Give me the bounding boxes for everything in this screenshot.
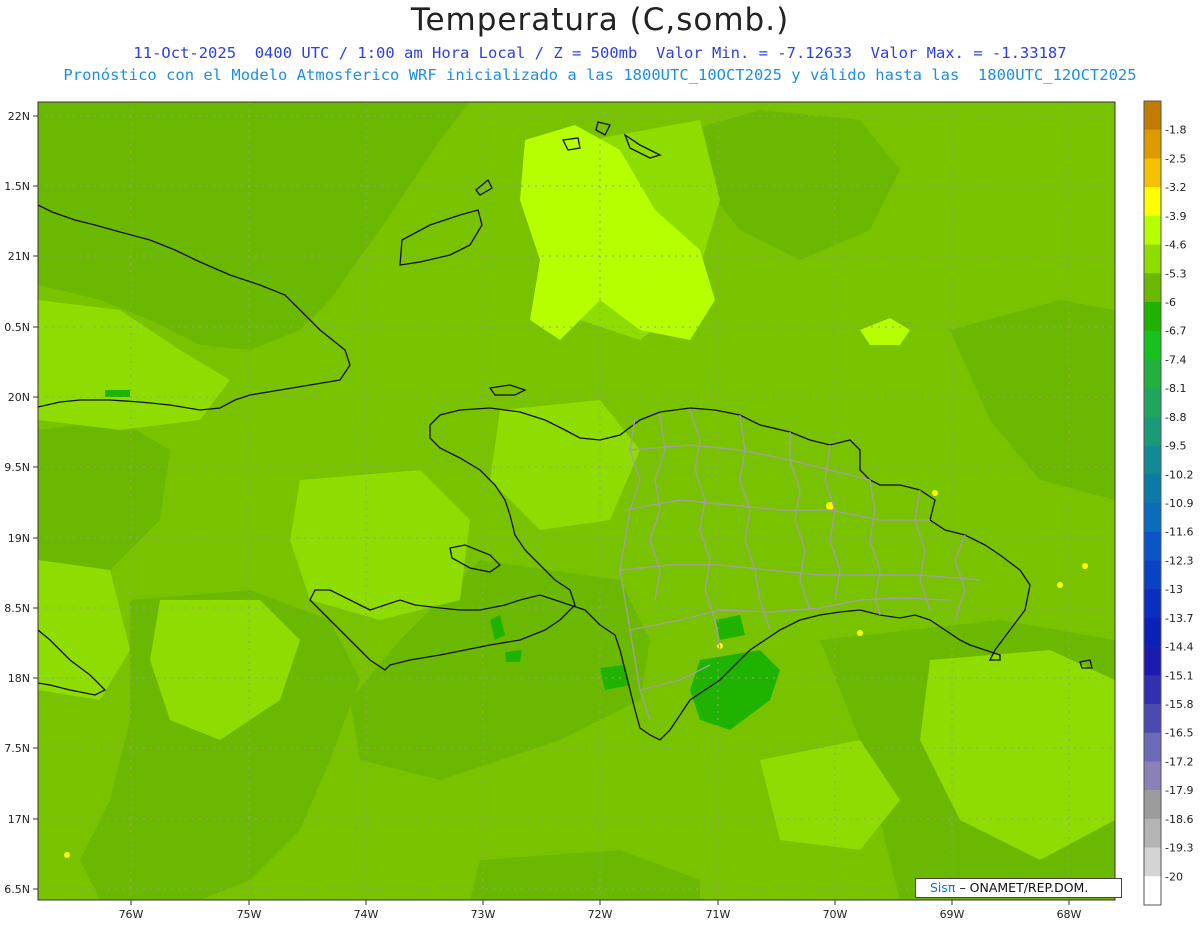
colorbar-swatch — [1144, 560, 1161, 590]
colorbar-swatch — [1144, 359, 1161, 389]
colorbar-label: -6.7 — [1165, 325, 1186, 338]
colorbar-swatch — [1144, 101, 1161, 131]
colorbar-label: -8.8 — [1165, 411, 1186, 424]
colorbar-label: -10.9 — [1165, 497, 1193, 510]
colorbar-swatch — [1144, 388, 1161, 418]
lat-axis: 22N 1.5N 21N 0.5N 20N 9.5N 19N 8.5N 18N … — [4, 110, 38, 896]
lon-tick-label: 75W — [237, 908, 262, 921]
lon-axis: 76W 75W 74W 73W 72W 71W 70W 69W 68W — [119, 900, 1082, 921]
lat-tick-label: 9.5N — [4, 461, 30, 474]
colorbar-swatch — [1144, 876, 1161, 906]
colorbar-label: -5.3 — [1165, 267, 1186, 280]
colorbar-swatch — [1144, 646, 1161, 676]
colorbar-label: -6 — [1165, 296, 1176, 309]
map-area — [38, 102, 1115, 900]
lat-tick-label: 22N — [8, 110, 30, 123]
colorbar-swatch — [1144, 818, 1161, 848]
colorbar-swatch — [1144, 445, 1161, 475]
colorbar-label: -17.9 — [1165, 784, 1193, 797]
colorbar-swatch — [1144, 187, 1161, 217]
colorbar-label: -13.7 — [1165, 612, 1193, 625]
colorbar-swatch — [1144, 129, 1161, 159]
lat-tick-label: 0.5N — [4, 321, 30, 334]
colorbar-swatch — [1144, 675, 1161, 705]
lat-tick-label: 17N — [8, 813, 30, 826]
colorbar-swatch — [1144, 732, 1161, 762]
colorbar-swatch — [1144, 273, 1161, 303]
colorbar-swatch — [1144, 761, 1161, 791]
lon-tick-label: 68W — [1057, 908, 1082, 921]
colorbar-label: -20 — [1165, 870, 1183, 883]
colorbar-swatch — [1144, 215, 1161, 245]
lat-tick-label: 19N — [8, 532, 30, 545]
lat-tick-label: 6.5N — [4, 883, 30, 896]
lon-tick-label: 73W — [471, 908, 496, 921]
colorbar-label: -18.6 — [1165, 813, 1193, 826]
lon-tick-label: 76W — [119, 908, 144, 921]
lon-tick-label: 74W — [354, 908, 379, 921]
colorbar-swatch — [1144, 589, 1161, 619]
colorbar-label: -8.1 — [1165, 382, 1186, 395]
lon-tick-label: 69W — [940, 908, 965, 921]
colorbar-label: -9.5 — [1165, 440, 1186, 453]
colorbar-swatch — [1144, 617, 1161, 647]
lat-tick-label: 18N — [8, 672, 30, 685]
colorbar-label: -12.3 — [1165, 554, 1193, 567]
lon-tick-label: 70W — [823, 908, 848, 921]
colorbar-label: -17.2 — [1165, 755, 1193, 768]
colorbar-swatch — [1144, 330, 1161, 360]
colorbar-label: -13 — [1165, 583, 1183, 596]
lat-tick-label: 8.5N — [4, 602, 30, 615]
colorbar-label: -3.2 — [1165, 181, 1186, 194]
temperature-map: 22N 1.5N 21N 0.5N 20N 9.5N 19N 8.5N 18N … — [4, 100, 1193, 921]
colorbar-label: -11.6 — [1165, 526, 1193, 539]
lat-tick-label: 7.5N — [4, 742, 30, 755]
lat-tick-label: 21N — [8, 250, 30, 263]
credit-text: – ONAMET/REP.DOM. — [959, 880, 1089, 895]
colorbar: -1.8 -2.5 -3.2 -3.9 -4.6 -5.3 -6 -6.7 -7.4 -8.1 -8… — [1143, 100, 1193, 906]
colorbar-label: -19.3 — [1165, 842, 1193, 855]
colorbar-label: -15.1 — [1165, 669, 1193, 682]
colorbar-swatch — [1144, 302, 1161, 332]
colorbar-swatch — [1144, 503, 1161, 533]
colorbar-label: -1.8 — [1165, 124, 1186, 137]
colorbar-swatch — [1144, 790, 1161, 820]
credit-label: Sisπ – ONAMET/REP.DOM. — [915, 878, 1122, 898]
colorbar-label: -4.6 — [1165, 239, 1186, 252]
colorbar-swatch — [1144, 416, 1161, 446]
colorbar-swatch — [1144, 474, 1161, 504]
credit-brand: Sisπ — [930, 880, 956, 895]
colorbar-label: -15.8 — [1165, 698, 1193, 711]
colorbar-label: -2.5 — [1165, 152, 1186, 165]
colorbar-label: -14.4 — [1165, 641, 1193, 654]
lon-tick-label: 71W — [706, 908, 731, 921]
lat-tick-label: 1.5N — [4, 180, 30, 193]
colorbar-swatch — [1144, 158, 1161, 188]
colorbar-label: -16.5 — [1165, 727, 1193, 740]
colorbar-label: -10.2 — [1165, 468, 1193, 481]
colorbar-swatch — [1144, 704, 1161, 734]
colorbar-label: -3.9 — [1165, 210, 1186, 223]
colorbar-swatch — [1144, 531, 1161, 561]
colorbar-swatch — [1144, 847, 1161, 877]
lon-tick-label: 72W — [588, 908, 613, 921]
lat-tick-label: 20N — [8, 391, 30, 404]
colorbar-label: -7.4 — [1165, 353, 1186, 366]
colorbar-swatch — [1144, 244, 1161, 274]
